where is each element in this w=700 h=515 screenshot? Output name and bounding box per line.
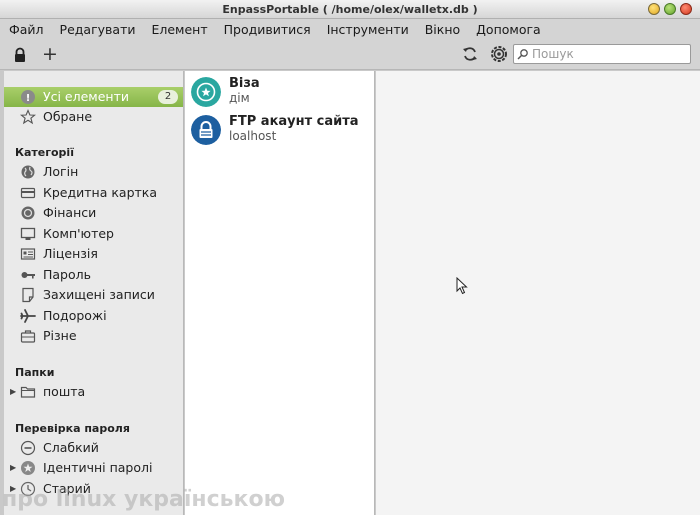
sidebar-item-label: Комп'ютер [43,226,114,241]
svg-text:!: ! [26,93,31,104]
sidebar-item-label: Ідентичні паролі [43,460,153,475]
folders-heading: Папки [15,366,55,379]
gear-icon[interactable] [490,45,508,63]
sidebar-item-label: Слабкий [43,440,99,455]
item-name: Віза [229,76,260,91]
item-subtitle: loalhost [229,129,277,143]
search-icon [517,49,528,60]
note-icon [22,287,34,303]
add-item-button[interactable]: + [42,45,58,64]
close-button[interactable] [680,3,692,15]
sidebar-item-label: Захищені записи [43,287,155,302]
toolbar: + [0,40,700,70]
sidebar-item-label: Логін [43,164,79,179]
sidebar-item-finance[interactable]: Фінанси [4,203,183,223]
sidebar-item-secure-notes[interactable]: Захищені записи [4,285,183,305]
expand-arrow-icon[interactable]: ▶ [10,463,16,472]
expand-arrow-icon[interactable]: ▶ [10,387,16,396]
sidebar-item-favorites[interactable]: Обране [4,107,183,127]
sidebar-item-computer[interactable]: Комп'ютер [4,224,183,244]
sidebar-item-all[interactable]: ! Усі елементи 2 [4,87,183,107]
menu-item[interactable]: Елемент [151,22,207,37]
menu-tools[interactable]: Інструменти [327,22,409,37]
sidebar-item-identical[interactable]: ▶ Ідентичні паролі [4,458,183,478]
lock-avatar-icon [191,115,221,145]
sidebar-item-password[interactable]: Пароль [4,265,183,285]
sidebar-item-label: Різне [43,328,77,343]
menu-window[interactable]: Вікно [425,22,460,37]
sidebar-item-label: Фінанси [43,205,97,220]
minimize-button[interactable] [648,3,660,15]
list-item-ftp[interactable]: FTP акаунт сайта loalhost [185,111,375,151]
sidebar-item-label: Ліцензія [43,246,98,261]
folder-icon [20,386,36,398]
list-item-visa[interactable]: Віза дім [185,73,375,113]
menu-help[interactable]: Допомога [476,22,541,37]
license-icon [20,248,36,260]
sidebar-item-label: Подорожі [43,308,107,323]
sidebar-item-label: Усі елементи [43,89,130,104]
categories-heading: Категорії [15,146,74,159]
item-name: FTP акаунт сайта [229,114,359,129]
key-icon [21,272,35,279]
item-list: Віза дім FTP акаунт сайта loalhost [185,71,375,515]
password-audit-heading: Перевірка пароля [15,422,130,435]
identical-icon [21,461,35,475]
menu-bar: Файл Редагувати Елемент Продивитися Інст… [0,19,700,40]
minus-circle-icon [20,440,36,456]
sync-icon[interactable] [462,46,478,62]
title-bar: EnpassPortable ( /home/olex/walletx.db ) [0,0,700,19]
sidebar-item-folder-mail[interactable]: ▶ пошта [4,382,183,402]
monitor-icon [20,227,36,240]
sidebar-item-label: Обране [43,109,93,124]
credit-card-icon [20,187,36,199]
sidebar-item-credit-card[interactable]: Кредитна картка [4,183,183,203]
airplane-icon [20,309,36,323]
globe-icon [21,165,35,179]
menu-view[interactable]: Продивитися [224,22,311,37]
sidebar-item-misc[interactable]: Різне [4,326,183,346]
window-title: EnpassPortable ( /home/olex/walletx.db ) [222,3,478,16]
maximize-button[interactable] [664,3,676,15]
menu-file[interactable]: Файл [9,22,44,37]
item-count-badge: 2 [158,90,178,104]
sidebar: ! Усі елементи 2 Обране Категорії Логін … [4,71,184,515]
mouse-cursor-icon [456,277,468,295]
sidebar-item-license[interactable]: Ліцензія [4,244,183,264]
sidebar-item-weak[interactable]: Слабкий [4,438,183,458]
watermark-text: про linux українською [2,487,285,512]
menu-edit[interactable]: Редагувати [60,22,136,37]
sidebar-item-label: Кредитна картка [43,185,157,200]
sidebar-item-label: пошта [43,384,86,399]
detail-pane [376,71,700,515]
sidebar-item-travel[interactable]: Подорожі [4,306,183,326]
coin-icon [21,206,35,220]
credit-card-avatar-icon [191,77,221,107]
sidebar-item-label: Пароль [43,267,91,282]
briefcase-icon [20,330,36,343]
search-box[interactable] [513,44,691,64]
search-input[interactable] [532,47,682,61]
item-subtitle: дім [229,91,250,105]
sidebar-item-login[interactable]: Логін [4,162,183,182]
lock-icon[interactable] [12,47,28,63]
star-icon [20,109,36,125]
all-items-icon: ! [21,90,35,104]
